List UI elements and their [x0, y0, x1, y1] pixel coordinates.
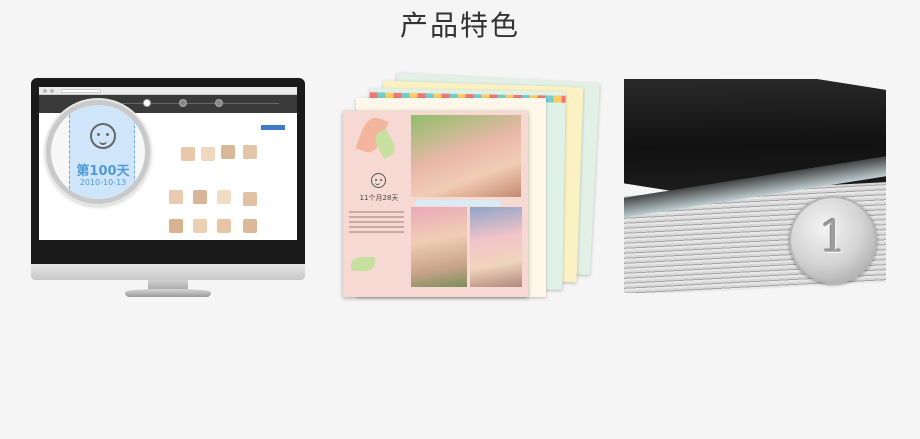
photo-thumbnail — [201, 147, 215, 161]
photo-book-illustration: 1 — [624, 79, 886, 293]
photo-thumbnail — [169, 190, 183, 204]
browser-dot-icon — [50, 88, 54, 93]
date-label: 2010-10-13 — [79, 178, 127, 187]
day-count-label: 第100天 — [76, 164, 130, 179]
magnifier-lens: 第100天 2010-10-13 — [46, 100, 150, 204]
monitor-chin — [31, 264, 305, 280]
baby-face-icon — [371, 173, 386, 188]
photo-thumbnail — [169, 219, 183, 233]
editor-action-button — [261, 125, 285, 130]
photo-thumbnail — [193, 190, 207, 204]
leaf-decoration — [371, 128, 399, 160]
baby-face-icon — [90, 123, 116, 149]
step-icon — [179, 99, 187, 107]
coin-value: 1 — [819, 212, 847, 263]
browser-dot-icon — [43, 88, 47, 93]
photo-thumbnail — [181, 147, 195, 161]
page-day-label: 11个月28天 — [359, 194, 399, 202]
step-line — [99, 103, 279, 104]
photo-thumbnail — [243, 145, 257, 159]
album-pages-illustration: 11个月28天 — [340, 72, 600, 300]
photo-thumbnail — [243, 219, 257, 233]
step-icon — [215, 99, 223, 107]
browser-toolbar — [39, 87, 297, 95]
browser-url-bar — [61, 88, 101, 93]
photo-thumbnail — [193, 219, 207, 233]
coin-icon: 1 — [789, 196, 877, 284]
baby-photo — [411, 207, 467, 287]
album-page-front: 11个月28天 — [343, 111, 528, 297]
baby-photo — [411, 115, 521, 197]
section-title: 产品特色 — [399, 9, 520, 42]
monitor-base — [125, 289, 211, 297]
day-card: 第100天 2010-10-13 — [69, 105, 135, 199]
photo-thumbnail — [243, 192, 257, 206]
page-text-lines — [349, 211, 404, 236]
photo-thumbnail — [217, 190, 231, 204]
step-icon — [143, 99, 151, 107]
photo-thumbnail — [221, 145, 235, 159]
photo-thumbnail — [217, 219, 231, 233]
photo-caption — [415, 200, 501, 206]
baby-photo — [470, 207, 522, 287]
leaf-decoration — [351, 257, 375, 271]
